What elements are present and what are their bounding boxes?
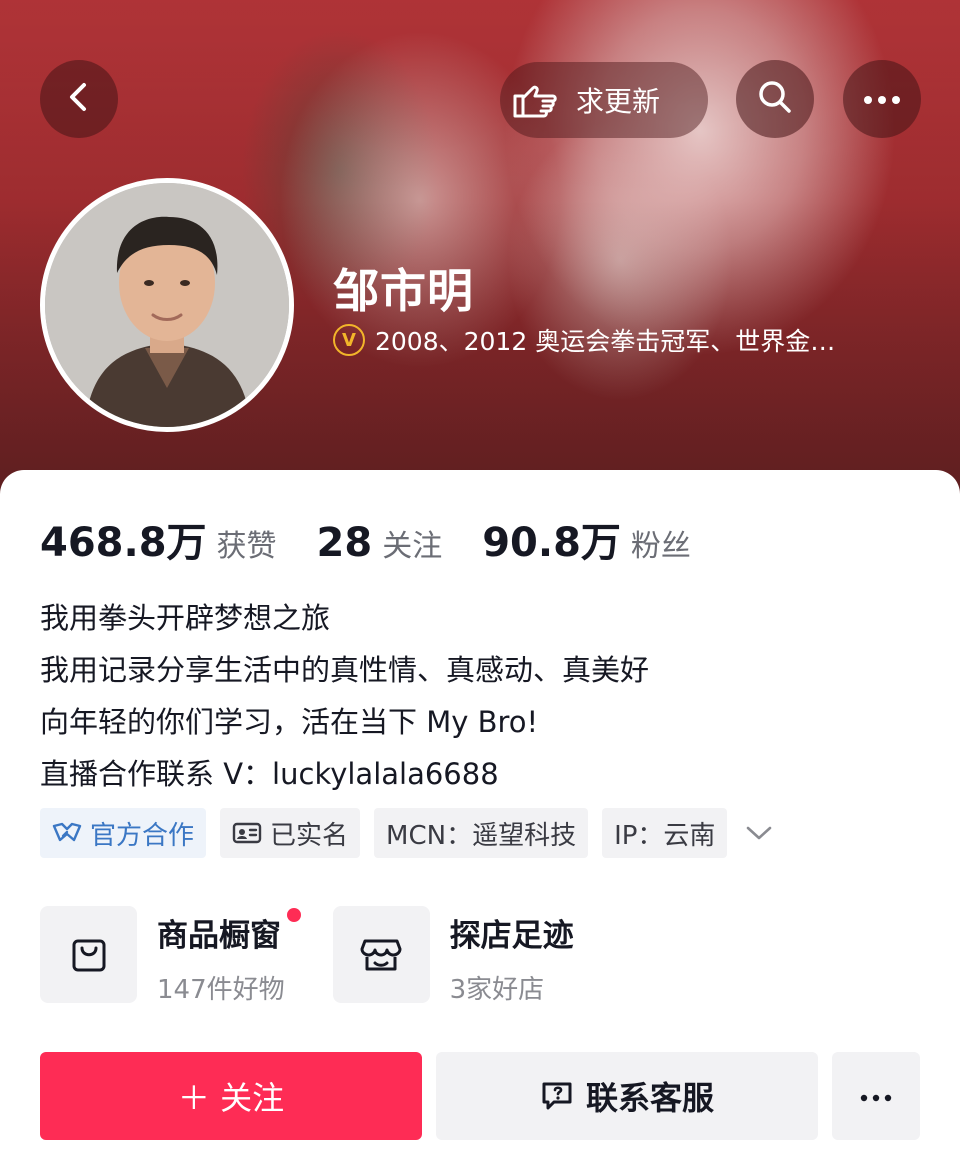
followers-label[interactable]: 粉丝 bbox=[631, 521, 691, 565]
bio-line: 直播合作联系 V：luckylalala6688 bbox=[40, 757, 499, 791]
mcn-tag[interactable]: MCN：遥望科技 bbox=[374, 808, 589, 858]
id-card-icon bbox=[232, 821, 262, 845]
shopping-bag-icon bbox=[40, 906, 137, 1003]
bio-line: 我用记录分享生活中的真性情、真感动、真美好 bbox=[40, 653, 650, 687]
more-actions-button[interactable] bbox=[832, 1052, 920, 1140]
chevron-down-icon[interactable] bbox=[745, 824, 773, 842]
storefront-icon bbox=[332, 906, 430, 1003]
tag-row: 官方合作 已实名 MCN：遥望科技 IP：云南 bbox=[40, 808, 773, 858]
ip-location-tag[interactable]: IP：云南 bbox=[602, 808, 728, 858]
likes-label[interactable]: 获赞 bbox=[217, 521, 277, 565]
likes-count[interactable]: 468.8万 bbox=[40, 510, 207, 568]
ellipsis-icon bbox=[862, 90, 902, 109]
action-row: ＋ 关注 联系客服 bbox=[40, 1052, 920, 1140]
following-label[interactable]: 关注 bbox=[382, 521, 442, 565]
product-showcase-title-text: 商品橱窗 bbox=[157, 918, 281, 954]
store-visits-title: 探店足迹 bbox=[449, 918, 574, 954]
mcn-label: MCN：遥望科技 bbox=[386, 820, 577, 851]
product-showcase-title: 商品橱窗 bbox=[157, 908, 301, 955]
verification-row[interactable]: V 2008、2012 奥运会拳击冠军、世界金… bbox=[333, 322, 903, 358]
profile-card: 468.8万 获赞 28 关注 90.8万 粉丝 我用拳头开辟梦想之旅 我用记录… bbox=[0, 470, 960, 1158]
avatar[interactable] bbox=[40, 178, 294, 432]
search-icon bbox=[755, 77, 795, 121]
store-visits-entry[interactable]: 探店足迹 3家好店 bbox=[332, 906, 574, 1006]
ip-location-label: IP：云南 bbox=[614, 820, 716, 851]
ask-update-button[interactable]: 求更新 bbox=[500, 62, 708, 138]
avatar-portrait bbox=[45, 183, 289, 427]
shop-row: 商品橱窗 147件好物 探店足迹 3家好店 bbox=[40, 906, 622, 1006]
notification-dot bbox=[287, 908, 301, 922]
chevron-left-icon bbox=[61, 79, 97, 119]
chat-bubble-icon bbox=[540, 1080, 574, 1112]
official-cooperation-label: 官方合作 bbox=[90, 820, 195, 851]
more-options-button[interactable] bbox=[843, 60, 921, 138]
product-showcase-count: 147件好物 bbox=[157, 975, 285, 1005]
profile-name: 邹市明 bbox=[333, 264, 474, 318]
stats-row: 468.8万 获赞 28 关注 90.8万 粉丝 bbox=[40, 510, 731, 568]
contact-service-button[interactable]: 联系客服 bbox=[436, 1052, 818, 1140]
ask-update-label: 求更新 bbox=[576, 85, 661, 118]
bio: 我用拳头开辟梦想之旅 我用记录分享生活中的真性情、真感动、真美好 向年轻的你们学… bbox=[40, 592, 649, 800]
verified-badge-icon: V bbox=[333, 324, 365, 356]
official-cooperation-tag[interactable]: 官方合作 bbox=[40, 808, 207, 858]
followers-count[interactable]: 90.8万 bbox=[482, 510, 621, 568]
ellipsis-icon bbox=[859, 1087, 893, 1106]
realname-label: 已实名 bbox=[270, 820, 349, 851]
product-showcase-entry[interactable]: 商品橱窗 147件好物 bbox=[40, 906, 301, 1006]
verification-text: 2008、2012 奥运会拳击冠军、世界金… bbox=[375, 327, 836, 356]
pointing-hand-icon bbox=[510, 74, 562, 126]
following-count[interactable]: 28 bbox=[317, 520, 373, 566]
back-button[interactable] bbox=[40, 60, 118, 138]
follow-button[interactable]: ＋ 关注 bbox=[40, 1052, 422, 1140]
bio-line: 向年轻的你们学习，活在当下 My Bro! bbox=[40, 705, 539, 739]
handshake-icon bbox=[52, 820, 82, 846]
contact-service-label: 联系客服 bbox=[585, 1079, 714, 1117]
store-visits-count: 3家好店 bbox=[449, 975, 545, 1005]
search-button[interactable] bbox=[736, 60, 814, 138]
bio-line: 我用拳头开辟梦想之旅 bbox=[40, 601, 331, 635]
realname-tag[interactable]: 已实名 bbox=[220, 808, 361, 858]
